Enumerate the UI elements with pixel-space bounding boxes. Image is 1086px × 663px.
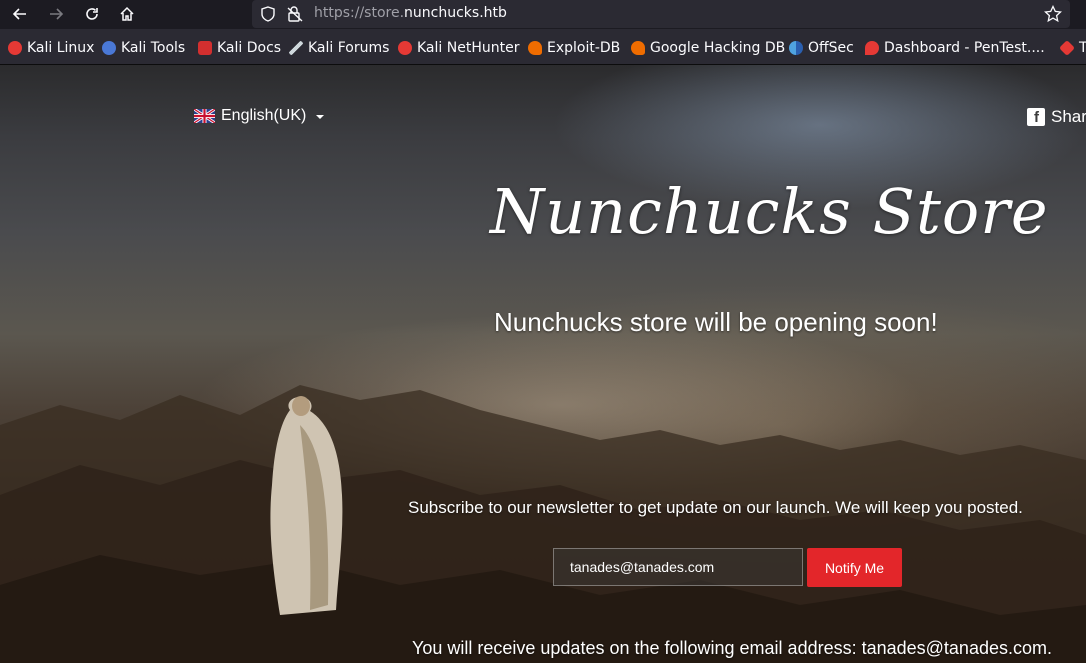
bookmark-star-icon[interactable] — [1044, 5, 1062, 23]
uk-flag-icon — [194, 109, 215, 123]
share-label: Share — [1051, 107, 1086, 126]
bookmark-kali-nethunter[interactable]: Kali NetHunter — [398, 40, 519, 56]
home-button[interactable] — [115, 3, 139, 25]
bookmark-label: Kali Linux — [27, 40, 95, 56]
notify-me-button[interactable]: Notify Me — [807, 548, 902, 587]
bookmark-kali-tools[interactable]: Kali Tools — [102, 40, 185, 56]
email-input[interactable] — [553, 548, 803, 586]
bookmark-label: Kali NetHunter — [417, 40, 520, 56]
confirmation-message: You will receive updates on the followin… — [412, 638, 1052, 658]
bookmark-label: Google Hacking DB — [650, 40, 786, 56]
shield-icon[interactable] — [260, 6, 276, 22]
browser-navbar: https://store.nunchucks.htb — [0, 0, 1086, 29]
home-icon — [120, 6, 134, 21]
reload-button[interactable] — [80, 3, 104, 25]
bookmark-label: Dashboard - PenTest.... — [884, 40, 1045, 56]
forward-button[interactable] — [44, 3, 68, 25]
bookmark-label: Kali Docs — [217, 40, 282, 56]
bookmark-label: Kali Tools — [121, 40, 186, 56]
opening-soon-text: Nunchucks store will be opening soon! — [494, 307, 938, 337]
facebook-share-link[interactable]: f Share — [1027, 107, 1086, 127]
url-bar[interactable]: https://store.nunchucks.htb — [252, 0, 1070, 28]
language-selector[interactable]: English(UK) — [194, 107, 325, 125]
bookmarks-toolbar: Kali Linux Kali Tools Kali Docs Kali For… — [0, 29, 1086, 65]
kali-forums-icon — [289, 41, 303, 55]
url-text[interactable]: https://store.nunchucks.htb — [314, 5, 507, 21]
bookmark-exploit-db[interactable]: Exploit-DB — [528, 40, 620, 56]
chevron-down-icon — [316, 115, 325, 119]
kali-nethunter-icon — [398, 41, 412, 55]
bookmark-label: Kali Forums — [308, 40, 390, 56]
offsec-icon — [789, 41, 803, 55]
newsletter-text: Subscribe to our newsletter to get updat… — [408, 498, 1023, 517]
bookmark-label: T — [1079, 40, 1086, 56]
pentest-icon — [865, 41, 879, 55]
url-domain: nunchucks.htb — [404, 5, 507, 21]
url-prefix: https://store. — [314, 5, 405, 21]
exploit-db-icon — [528, 41, 542, 55]
bookmark-label: OffSec — [808, 40, 854, 56]
bookmark-kali-forums[interactable]: Kali Forums — [289, 40, 389, 56]
background-landscape — [0, 385, 1086, 663]
bookmark-t[interactable]: T — [1059, 40, 1086, 56]
facebook-icon: f — [1027, 108, 1045, 126]
reload-icon — [86, 8, 98, 20]
bookmark-kali-docs[interactable]: Kali Docs — [198, 40, 281, 56]
bookmark-dashboard-pentest[interactable]: Dashboard - PenTest.... — [865, 40, 1045, 56]
store-landing-page: English(UK) f Share Nunchucks Store Nunc… — [0, 65, 1086, 663]
kali-dragon-icon — [8, 41, 22, 55]
forward-arrow-icon — [50, 8, 64, 20]
insecure-lock-icon[interactable] — [286, 5, 304, 23]
store-title: Nunchucks Store — [490, 175, 1049, 248]
kali-tools-icon — [102, 41, 116, 55]
kali-docs-icon — [198, 41, 212, 55]
back-arrow-icon — [12, 8, 26, 20]
bookmark-label: Exploit-DB — [547, 40, 621, 56]
language-label: English(UK) — [221, 107, 307, 124]
bookmark-icon — [1059, 40, 1075, 56]
bookmark-google-hacking-db[interactable]: Google Hacking DB — [631, 40, 785, 56]
ghdb-icon — [631, 41, 645, 55]
bookmark-offsec[interactable]: OffSec — [789, 40, 854, 56]
bookmark-kali-linux[interactable]: Kali Linux — [8, 40, 94, 56]
back-button[interactable] — [8, 3, 32, 25]
